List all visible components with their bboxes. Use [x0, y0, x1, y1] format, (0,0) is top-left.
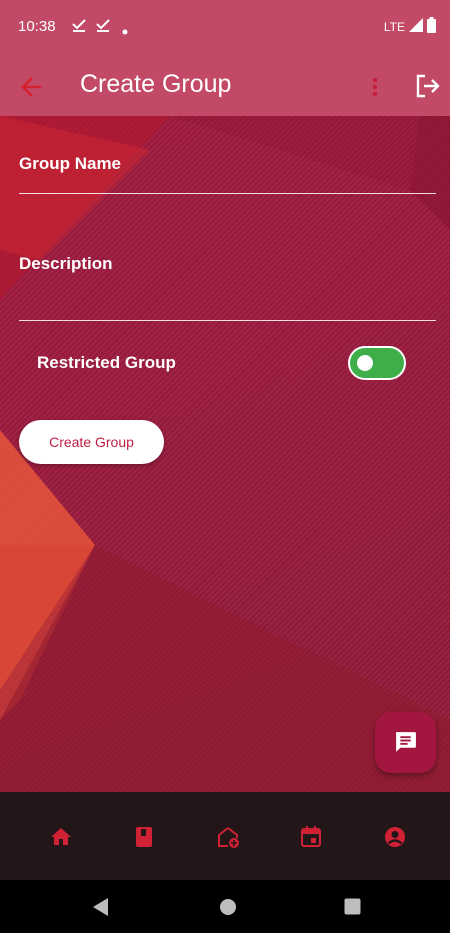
arrow-back-icon — [21, 77, 42, 97]
system-navigation-bar — [0, 880, 450, 933]
status-bar: 10:38 LTE — [0, 0, 450, 56]
page-title: Create Group — [80, 70, 232, 98]
group-name-underline — [19, 193, 436, 194]
download-done-icon — [72, 18, 86, 35]
square-recents-icon — [344, 898, 361, 915]
status-time: 10:38 — [18, 18, 56, 35]
battery-icon — [427, 17, 436, 36]
system-home-button[interactable] — [219, 898, 237, 921]
description-underline — [19, 320, 436, 321]
chat-fab-button[interactable] — [375, 712, 436, 773]
nav-home[interactable] — [49, 825, 73, 849]
download-done-icon — [96, 18, 110, 35]
toggle-knob — [357, 355, 373, 371]
status-indicators: LTE — [384, 17, 436, 36]
background-image — [0, 0, 450, 792]
nav-book[interactable] — [132, 825, 156, 849]
bottom-navigation — [0, 792, 450, 880]
logout-button[interactable] — [414, 72, 442, 100]
system-back-button[interactable] — [92, 897, 110, 922]
account-icon — [385, 827, 405, 847]
nav-add-home[interactable] — [216, 825, 240, 849]
group-name-input[interactable] — [19, 165, 436, 191]
chat-icon — [396, 732, 416, 752]
system-recents-button[interactable] — [344, 898, 361, 920]
network-type: LTE — [383, 19, 405, 34]
triangle-back-icon — [93, 898, 108, 916]
logout-icon — [416, 74, 440, 98]
signal-icon — [409, 18, 423, 35]
restricted-group-toggle[interactable] — [348, 346, 406, 380]
add-home-icon — [218, 827, 239, 848]
description-input[interactable] — [19, 288, 436, 316]
back-button[interactable] — [18, 73, 46, 101]
nav-account[interactable] — [383, 825, 407, 849]
more-options-button[interactable] — [364, 74, 386, 100]
circle-home-icon — [220, 899, 236, 915]
app-bar: Create Group — [0, 56, 450, 116]
home-icon — [51, 828, 71, 845]
description-label: Description — [19, 254, 113, 273]
more-vert-icon — [372, 77, 378, 97]
restricted-group-label: Restricted Group — [37, 353, 176, 372]
create-group-button[interactable]: Create Group — [19, 420, 164, 464]
book-icon — [136, 827, 152, 847]
nav-calendar[interactable] — [299, 825, 323, 849]
notification-dot-icon — [122, 22, 128, 38]
calendar-icon — [301, 826, 321, 847]
